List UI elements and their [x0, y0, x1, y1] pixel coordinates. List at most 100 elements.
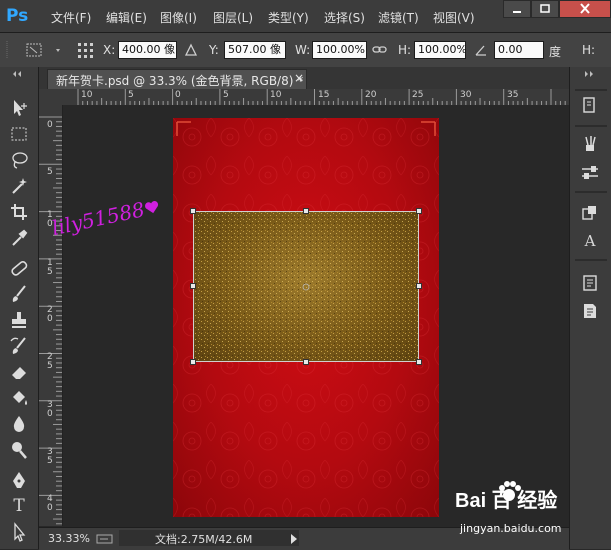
menu-image[interactable]: 图像(I)	[160, 9, 197, 26]
healing-brush-tool-icon[interactable]	[8, 257, 30, 279]
status-arrow-icon[interactable]	[289, 533, 299, 545]
lasso-tool-icon[interactable]	[8, 149, 30, 171]
ruler-top-label: 5	[223, 90, 229, 100]
ruler-left-label: 1 5	[47, 258, 53, 277]
maximize-button[interactable]	[531, 0, 559, 18]
type-tool-icon[interactable]: T	[8, 495, 30, 517]
ruler-left-label: 2 5	[47, 352, 53, 371]
transform-handle[interactable]	[190, 359, 196, 365]
transform-handle[interactable]	[303, 359, 309, 365]
pen-tool-icon[interactable]	[8, 469, 30, 491]
width-field[interactable]: 100.00%	[312, 41, 367, 59]
document-tab-title: 新年贺卡.psd @ 33.3% (金色背景, RGB/8) *	[56, 74, 304, 88]
window-controls	[503, 0, 611, 18]
expand-panels-icon[interactable]	[580, 70, 602, 78]
path-selection-tool-icon[interactable]	[8, 521, 30, 543]
transform-handle[interactable]	[416, 283, 422, 289]
status-menu-icon[interactable]	[96, 533, 114, 545]
ruler-top-label: 10	[270, 90, 282, 100]
ruler-left-label: 3 5	[47, 447, 53, 466]
eraser-tool-icon[interactable]	[8, 361, 30, 383]
degree-unit-label: 度	[549, 45, 562, 59]
crop-tool-icon[interactable]	[8, 201, 30, 223]
ruler-left-label: 4 0	[47, 494, 53, 513]
y-label: Y:	[209, 43, 219, 57]
brush-tool-icon[interactable]	[8, 283, 30, 305]
menu-view[interactable]: 视图(V)	[433, 9, 475, 26]
menu-bar: Ps 文件(F) 编辑(E) 图像(I) 图层(L) 类型(Y) 选择(S) 滤…	[0, 0, 611, 33]
menu-edit[interactable]: 编辑(E)	[106, 9, 147, 26]
minimize-button[interactable]	[503, 0, 531, 18]
dodge-tool-icon[interactable]	[8, 439, 30, 461]
menu-type[interactable]: 类型(Y)	[268, 9, 309, 26]
reference-point-icon[interactable]	[76, 41, 96, 59]
ruler-top-label: 30	[460, 90, 472, 100]
clone-stamp-tool-icon[interactable]	[8, 309, 30, 331]
close-tab-icon[interactable]: ×	[294, 71, 304, 85]
gold-background-layer[interactable]	[193, 211, 419, 362]
canvas-area[interactable]: lily51588	[50, 105, 569, 526]
document-canvas[interactable]	[173, 118, 439, 517]
brush-presets-icon[interactable]	[579, 133, 601, 153]
zoom-level[interactable]: 33.33%	[48, 532, 90, 545]
ruler-top-label: 15	[318, 90, 330, 100]
clone-source-icon[interactable]	[579, 203, 601, 223]
move-tool-icon[interactable]	[8, 97, 30, 119]
horizontal-ruler[interactable]: 10 5 0 5 10 15 20 25 30 35	[62, 89, 569, 106]
author-watermark: lily51588	[50, 194, 163, 240]
character-panel-icon[interactable]: A	[579, 231, 601, 251]
rotation-field[interactable]: 0.00	[494, 41, 544, 59]
y-position-field[interactable]: 507.00 像	[224, 41, 286, 59]
h-skew-label: H:	[582, 43, 596, 57]
brand-url: jingyan.baidu.com	[460, 522, 562, 535]
ruler-left-label: 2 0	[47, 305, 53, 324]
ruler-corner[interactable]	[39, 89, 63, 106]
maximize-icon	[540, 4, 550, 13]
close-icon	[580, 3, 590, 14]
baidu-jingyan-watermark: Bai 百 经验 jingyan.baidu.com	[445, 480, 575, 542]
blur-tool-icon[interactable]	[8, 413, 30, 435]
height-field[interactable]: 100.00%	[414, 41, 466, 59]
relative-positioning-icon[interactable]	[184, 43, 198, 57]
tool-presets-icon[interactable]	[579, 163, 601, 183]
eyedropper-tool-icon[interactable]	[8, 227, 30, 249]
menu-file[interactable]: 文件(F)	[51, 9, 91, 26]
document-info-box[interactable]: 文档:2.75M/42.6M	[119, 530, 299, 546]
horizontal-ruler-ticks	[77, 89, 566, 105]
link-icon[interactable]	[372, 43, 388, 57]
transform-handle[interactable]	[190, 283, 196, 289]
ruler-top-label: 5	[128, 90, 134, 100]
ruler-left-label: 0	[47, 120, 53, 130]
ruler-left-label: 3 0	[47, 400, 53, 419]
magic-wand-tool-icon[interactable]	[8, 175, 30, 197]
document-tab[interactable]: 新年贺卡.psd @ 33.3% (金色背景, RGB/8) * ×	[47, 69, 307, 89]
panel-grip-icon	[6, 41, 8, 59]
history-panel-icon[interactable]	[579, 95, 601, 115]
minimize-icon	[513, 11, 521, 13]
menu-select[interactable]: 选择(S)	[324, 9, 365, 26]
ruler-top-label: 10	[81, 90, 93, 100]
transform-tool-preset-icon[interactable]	[26, 41, 64, 59]
transform-handle[interactable]	[190, 208, 196, 214]
ruler-top-label: 35	[507, 90, 519, 100]
vertical-ruler[interactable]: 0 5 1 0 1 5 2 0 2 5 3 0 3 5 4 0	[39, 105, 63, 526]
ruler-left-label: 5	[47, 167, 53, 177]
notes-panel-icon[interactable]	[579, 273, 601, 293]
close-window-button[interactable]	[559, 0, 611, 18]
right-panel-dock: A	[569, 67, 611, 549]
w-label: W:	[295, 43, 311, 57]
marquee-tool-icon[interactable]	[8, 123, 30, 145]
options-bar: X: 400.00 像 Y: 507.00 像 W: 100.00% H: 10…	[0, 33, 611, 68]
menu-layer[interactable]: 图层(L)	[213, 9, 253, 26]
history-brush-tool-icon[interactable]	[8, 335, 30, 357]
menu-filter[interactable]: 滤镜(T)	[378, 9, 419, 26]
paint-bucket-tool-icon[interactable]	[8, 387, 30, 409]
transform-handle[interactable]	[416, 208, 422, 214]
transform-handle[interactable]	[416, 359, 422, 365]
x-position-field[interactable]: 400.00 像	[118, 41, 177, 59]
transform-handle[interactable]	[303, 208, 309, 214]
properties-panel-icon[interactable]	[579, 301, 601, 321]
collapse-panel-icon[interactable]	[8, 70, 30, 78]
ruler-top-label: 25	[412, 90, 424, 100]
tools-panel: T	[0, 67, 39, 549]
